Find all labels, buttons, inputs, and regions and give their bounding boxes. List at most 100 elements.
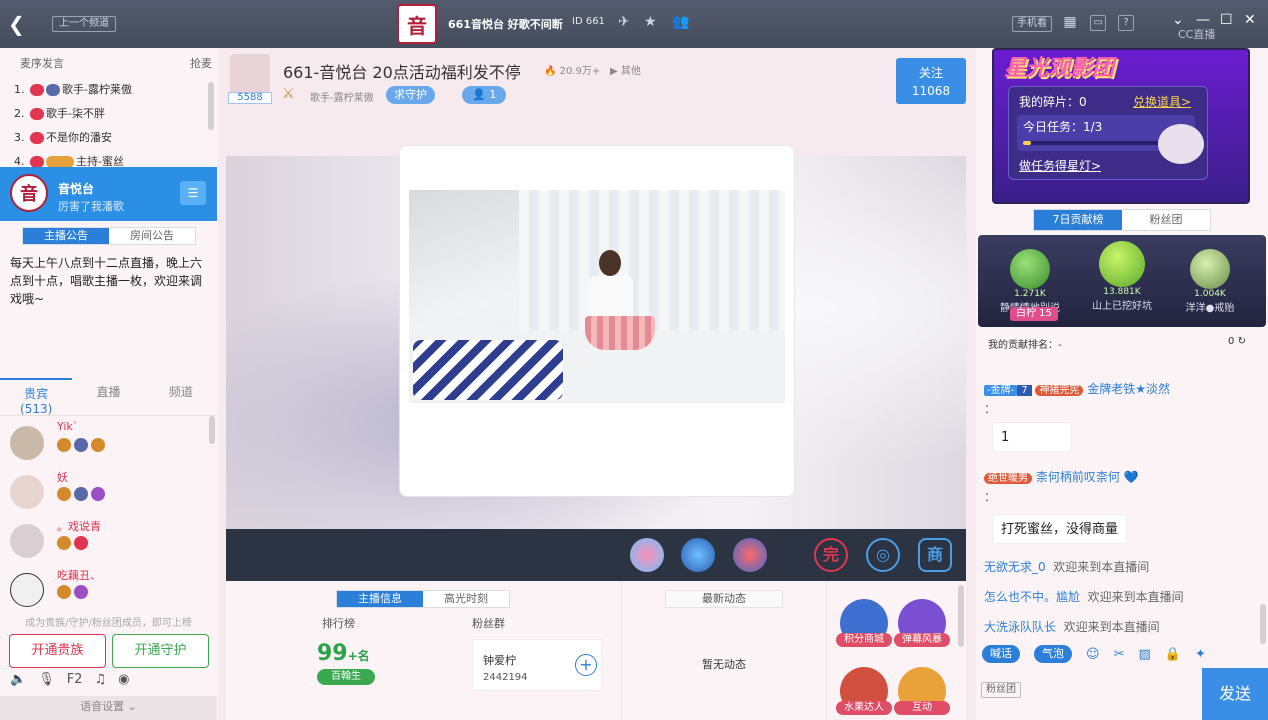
avatar (10, 426, 44, 460)
shout-button[interactable]: 喊话 (982, 645, 1020, 663)
balloon-icon[interactable] (630, 538, 664, 572)
plus-icon[interactable]: + (575, 654, 597, 676)
close-icon[interactable]: ✕ (1244, 12, 1256, 28)
bubble-button[interactable]: 气泡 (1034, 645, 1072, 663)
tab-7day-rank[interactable]: 7日贡献榜 (1034, 210, 1122, 230)
mic-icon[interactable]: 🎙 (38, 672, 55, 692)
shop-icon[interactable]: 商 (918, 538, 952, 572)
danmu-storm-label[interactable]: 弹幕风暴 (894, 633, 950, 647)
mic-queue-title: 麦序发言 (20, 57, 64, 70)
image-icon[interactable]: ▨ (1138, 647, 1150, 662)
guest-count: (513) (20, 402, 53, 416)
open-guard-button[interactable]: 开通守护 (112, 634, 209, 668)
fans-count: 5588 (228, 92, 272, 104)
phone-view-button[interactable]: 手机看 (1012, 16, 1052, 32)
guard-count-value: 1 (489, 88, 497, 101)
star-icon[interactable]: ★ (644, 14, 657, 30)
tab-room-notice[interactable]: 房间公告 (109, 228, 195, 244)
other-label: 其他 (620, 66, 641, 77)
tab-live[interactable]: 直播 (72, 378, 144, 415)
chat-user-name[interactable]: 大洗泳队队长 (984, 620, 1056, 634)
heat-number: 20.9万+ (559, 66, 601, 77)
do-task-link[interactable]: 做任务得星灯> (1019, 157, 1101, 174)
hotkey-icon[interactable]: F2 (67, 672, 83, 692)
list-item[interactable]: 3. 不是你的潘安 (14, 126, 218, 150)
list-item[interactable]: 吃藕丑、 (10, 567, 210, 615)
send-button[interactable]: 发送 (1202, 668, 1268, 720)
tab-anchor-info[interactable]: 主播信息 (337, 591, 423, 607)
scrollbar[interactable] (209, 416, 215, 444)
record-icon[interactable]: ◉ (118, 672, 129, 692)
speaker-icon[interactable]: 🔈 (10, 672, 26, 692)
exchange-link[interactable]: 兑换道具> (1133, 93, 1191, 110)
join-message: 怎么也不中。尴尬 欢迎来到本直播间 (984, 588, 1184, 605)
podium-item[interactable]: 1.271K静情情地别说 (998, 249, 1062, 314)
other-button[interactable]: ▶ 其他 (610, 62, 641, 77)
menu-icon[interactable]: ☰ (180, 181, 206, 205)
anchor-sub: 厉害了我潘歌 (58, 200, 124, 213)
list-item[interactable]: 2. 歌手-柒不胖 (14, 102, 218, 126)
points-mall-label[interactable]: 积分商城 (836, 633, 892, 647)
open-noble-button[interactable]: 开通贵族 (9, 634, 106, 668)
center-panel: 5588 661-音悦台 20点活动福利发不停 🔥 20.9万+ ▶ 其他 ⚔ … (226, 48, 966, 720)
complete-icon[interactable]: 完 (814, 538, 848, 572)
channel-logo: 音 (397, 4, 437, 44)
podium-item[interactable]: 1.004K 洋洋●戒贻 (1178, 249, 1242, 314)
voice-settings-button[interactable]: 语音设置 ⌄ (0, 696, 217, 720)
guard-count[interactable]: 👤 1 (462, 86, 507, 104)
rank-value[interactable]: 99+名 (317, 641, 370, 666)
scrollbar[interactable] (208, 82, 214, 130)
anchor-card[interactable]: 音 音悦台 厉害了我潘歌 ☰ (0, 167, 217, 221)
list-item[interactable]: 1. 歌手-露柠莱傲 (14, 78, 218, 102)
chat-user-name[interactable]: 无欲无求_0 (984, 560, 1046, 574)
help-icon[interactable]: ? (1118, 15, 1134, 31)
prev-channel-button[interactable]: 上一个频道 (52, 16, 116, 32)
plane-icon[interactable]: ✈ (618, 14, 630, 30)
tab-anchor-notice[interactable]: 主播公告 (23, 228, 109, 244)
join-text: 欢迎来到本直播间 (1063, 620, 1160, 634)
grid-icon[interactable]: ▦ (1062, 15, 1078, 31)
tab-highlights[interactable]: 高光时刻 (423, 591, 509, 607)
users-icon[interactable]: 👥 (672, 14, 689, 30)
tab-guests[interactable]: 贵宾 (513) (0, 378, 73, 416)
maximize-icon[interactable]: ☐ (1220, 12, 1233, 28)
scissors-icon[interactable]: ✂ (1114, 647, 1125, 662)
pin-icon[interactable]: ✦ (1195, 647, 1206, 662)
lock-icon[interactable]: 🔒 (1165, 647, 1181, 662)
fan-group-card[interactable]: 钟爱柠 2442194 + (472, 639, 602, 691)
fans-badge-button[interactable]: 粉丝团 (981, 682, 1021, 698)
notice-tabs: 主播公告 房间公告 (22, 227, 196, 245)
chat-user-name[interactable]: 金牌老铁★淡然 (1087, 382, 1170, 396)
podium-item[interactable]: 13.881K 山上已挖好坑 (1090, 241, 1154, 312)
chat-user-name[interactable]: 柰何柄前叹柰何 (1036, 470, 1120, 484)
scrollbar[interactable] (958, 585, 964, 647)
anchor-avatar[interactable] (230, 54, 270, 94)
scrollbar[interactable] (1260, 604, 1266, 644)
chat-input[interactable]: 粉丝团 (976, 668, 1200, 720)
gift-box-icon[interactable] (733, 538, 767, 572)
music-icon[interactable]: ♫ (94, 672, 106, 692)
notice-icon[interactable]: ▭ (1090, 15, 1106, 31)
back-icon[interactable]: ❮ (8, 12, 25, 36)
list-item[interactable]: 妖 (10, 469, 210, 517)
chat-user-name[interactable]: 怎么也不中。尴尬 (984, 590, 1080, 604)
fragments-text: 我的碎片：0 (1019, 95, 1087, 109)
grab-mic-button[interactable]: 抢麦 (190, 55, 212, 71)
list-item[interactable]: Yik` (10, 420, 210, 468)
contribution-tabs: 7日贡献榜 粉丝团 (1033, 209, 1211, 231)
fruit-label[interactable]: 水果达人 (836, 701, 892, 715)
interact-label[interactable]: 互动 (894, 701, 950, 715)
emoji-icon[interactable]: ☺ (1086, 647, 1100, 662)
follow-button[interactable]: 关注 11068 (896, 58, 966, 104)
event-banner[interactable]: 星光观影团 我的碎片：0 兑换道具> 今日任务：1/3 做任务得星灯> (992, 48, 1250, 204)
tab-fans-club[interactable]: 粉丝团 (1122, 210, 1210, 230)
bag-icon[interactable]: ◎ (866, 538, 900, 572)
list-item[interactable]: 。戏说青 (10, 518, 210, 566)
refresh-icon[interactable]: ↻ (1238, 336, 1246, 347)
tab-channel[interactable]: 频道 (145, 378, 217, 415)
tag-badge: 绝世暖男 (984, 473, 1032, 484)
camera-gift-icon[interactable] (681, 538, 715, 572)
pin-badge: 白柠 15 (1010, 307, 1058, 321)
request-guard-button[interactable]: 求守护 (386, 86, 435, 104)
video-popup (399, 145, 795, 497)
